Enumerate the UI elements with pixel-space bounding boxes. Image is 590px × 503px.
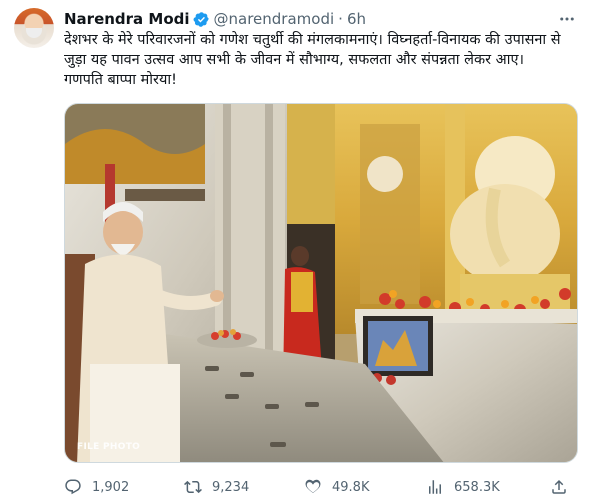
tweet-time[interactable]: 6h bbox=[347, 10, 366, 28]
file-photo-label: FILE PHOTO bbox=[77, 442, 141, 452]
author-handle[interactable]: @narendramodi bbox=[214, 10, 335, 28]
like-count: 49.8K bbox=[332, 479, 370, 495]
more-horizontal-icon[interactable] bbox=[558, 10, 576, 28]
heart-icon bbox=[305, 479, 321, 493]
tweet-text: देशभर के मेरे परिवारजनों को गणेश चतुर्थी… bbox=[64, 32, 561, 88]
author-name[interactable]: Narendra Modi bbox=[64, 10, 190, 28]
reply-icon bbox=[65, 479, 81, 495]
reply-count: 1,902 bbox=[92, 479, 130, 495]
share-icon bbox=[552, 479, 566, 494]
views-button[interactable]: 658.3K bbox=[426, 478, 500, 496]
temple-photo-illustration bbox=[65, 104, 577, 462]
views-chart-icon bbox=[429, 480, 441, 494]
retweet-button[interactable]: 9,234 bbox=[184, 478, 249, 496]
author-avatar[interactable] bbox=[14, 8, 54, 48]
separator-dot: · bbox=[338, 10, 343, 28]
share-button[interactable] bbox=[550, 478, 578, 496]
reply-button[interactable]: 1,902 bbox=[64, 478, 129, 496]
tweet-actions-bar: 1,902 9,234 49.8K 658.3K bbox=[64, 476, 584, 498]
retweet-count: 9,234 bbox=[212, 479, 250, 495]
like-button[interactable]: 49.8K bbox=[304, 478, 369, 496]
tweet-header: Narendra Modi @narendramodi · 6h bbox=[64, 9, 570, 29]
tweet-media-photo[interactable]: FILE PHOTO bbox=[64, 103, 578, 463]
retweet-icon bbox=[184, 480, 202, 494]
verified-badge-icon bbox=[193, 11, 210, 28]
views-count: 658.3K bbox=[454, 479, 500, 495]
